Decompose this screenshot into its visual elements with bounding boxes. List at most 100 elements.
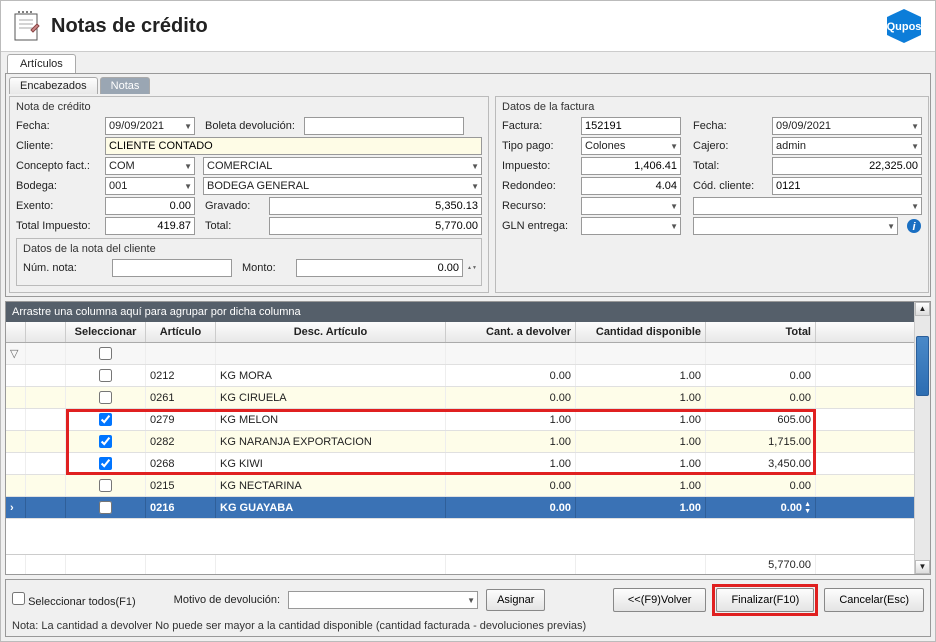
scroll-thumb[interactable] xyxy=(916,336,929,396)
volver-button[interactable]: <<(F9)Volver xyxy=(613,588,707,612)
tab-encabezados[interactable]: Encabezados xyxy=(9,77,98,94)
bodega-desc[interactable]: BODEGA GENERAL▼ xyxy=(203,177,482,195)
row-checkbox[interactable] xyxy=(99,435,112,448)
timp-label: Total Impuesto: xyxy=(16,220,101,232)
tipopago-input[interactable]: Colones▼ xyxy=(581,137,681,155)
gln-input2[interactable]: ▼ xyxy=(693,217,898,235)
page-title: Notas de crédito xyxy=(51,15,208,38)
fact-total-input[interactable] xyxy=(772,157,922,175)
selall-checkbox-label[interactable]: Seleccionar todos(F1) xyxy=(12,592,136,608)
nota-credito-group: Nota de crédito Fecha: 09/09/2021▼ Bolet… xyxy=(9,96,489,293)
grid-filter-row: ▽ xyxy=(6,343,914,365)
fact-total-label: Total: xyxy=(693,160,768,172)
table-row[interactable]: 0279KG MELON1.001.00605.00 xyxy=(6,409,914,431)
imp-input[interactable] xyxy=(581,157,681,175)
cliente-label: Cliente: xyxy=(16,140,101,152)
row-checkbox[interactable] xyxy=(99,369,112,382)
row-checkbox[interactable] xyxy=(99,391,112,404)
col-desc[interactable]: Desc. Artículo xyxy=(216,322,446,342)
asignar-button[interactable]: Asignar xyxy=(486,589,545,611)
grid-body: 0212KG MORA0.001.000.000261KG CIRUELA0.0… xyxy=(6,365,914,554)
factura-group: Datos de la factura Factura: Fecha: 09/0… xyxy=(495,96,929,293)
grid-groupbar[interactable]: Arrastre una columna aquí para agrupar p… xyxy=(6,302,914,322)
grid: Arrastre una columna aquí para agrupar p… xyxy=(5,301,931,575)
col-cant[interactable]: Cant. a devolver xyxy=(446,322,576,342)
cancelar-button[interactable]: Cancelar(Esc) xyxy=(824,588,924,612)
filter-icon[interactable]: ▽ xyxy=(6,343,26,364)
grid-sum-total: 5,770.00 xyxy=(706,555,816,574)
vertical-scrollbar[interactable]: ▲ ▼ xyxy=(914,302,930,574)
cod-input[interactable] xyxy=(772,177,922,195)
scroll-down-icon[interactable]: ▼ xyxy=(915,560,930,574)
exento-input[interactable] xyxy=(105,197,195,215)
numnota-label: Núm. nota: xyxy=(23,262,108,274)
row-checkbox[interactable] xyxy=(99,457,112,470)
total-label: Total: xyxy=(205,220,265,232)
table-row[interactable]: ›0216KG GUAYABA0.001.000.00 ▲▼ xyxy=(6,497,914,519)
numnota-input[interactable] xyxy=(112,259,232,277)
concepto-desc[interactable]: COMERCIAL▼ xyxy=(203,157,482,175)
monto-input[interactable] xyxy=(296,259,463,277)
tipopago-label: Tipo pago: xyxy=(502,140,577,152)
bodega-code[interactable]: 001▼ xyxy=(105,177,195,195)
filter-sel-checkbox[interactable] xyxy=(99,347,112,360)
fact-fecha-label: Fecha: xyxy=(693,120,768,132)
table-row[interactable]: 0215KG NECTARINA0.001.000.00 xyxy=(6,475,914,497)
col-articulo[interactable]: Artículo xyxy=(146,322,216,342)
finalizar-button[interactable]: Finalizar(F10) xyxy=(716,588,814,612)
footer-bar: Seleccionar todos(F1) Motivo de devoluci… xyxy=(5,579,931,637)
table-row[interactable]: 0212KG MORA0.001.000.00 xyxy=(6,365,914,387)
gravado-label: Gravado: xyxy=(205,200,265,212)
qupos-logo: Qupos xyxy=(883,7,925,45)
total-input[interactable] xyxy=(269,217,482,235)
tab-notas[interactable]: Notas xyxy=(100,77,151,94)
row-checkbox[interactable] xyxy=(99,501,112,514)
timp-input[interactable] xyxy=(105,217,195,235)
factura-input[interactable] xyxy=(581,117,681,135)
main-tabs: Artículos xyxy=(1,52,935,73)
col-disp[interactable]: Cantidad disponible xyxy=(576,322,706,342)
red-input[interactable] xyxy=(581,177,681,195)
chevron-down-icon: ▼ xyxy=(184,122,192,131)
monto-label: Monto: xyxy=(242,262,292,274)
cliente-input[interactable] xyxy=(105,137,482,155)
col-total[interactable]: Total xyxy=(706,322,816,342)
imp-label: Impuesto: xyxy=(502,160,577,172)
table-row[interactable]: 0261KG CIRUELA0.001.000.00 xyxy=(6,387,914,409)
boleta-label: Boleta devolución: xyxy=(205,120,300,132)
rec-input2[interactable]: ▼ xyxy=(693,197,922,215)
motivo-combo[interactable]: ▼ xyxy=(288,591,478,609)
red-label: Redondeo: xyxy=(502,180,577,192)
tab-articulos[interactable]: Artículos xyxy=(7,54,76,73)
col-seleccionar[interactable]: Seleccionar xyxy=(66,322,146,342)
nota-cliente-legend: Datos de la nota del cliente xyxy=(23,243,475,255)
scroll-up-icon[interactable]: ▲ xyxy=(915,302,930,316)
spin-icon[interactable]: ▲▼ xyxy=(467,266,475,271)
factura-legend: Datos de la factura xyxy=(502,101,922,113)
row-checkbox[interactable] xyxy=(99,479,112,492)
grid-footer: 5,770.00 xyxy=(6,554,914,574)
svg-text:Qupos: Qupos xyxy=(887,21,922,33)
cod-label: Cód. cliente: xyxy=(693,180,768,192)
cajero-input[interactable]: admin▼ xyxy=(772,137,922,155)
row-checkbox[interactable] xyxy=(99,413,112,426)
fecha-label: Fecha: xyxy=(16,120,101,132)
window-header: Notas de crédito Qupos xyxy=(1,1,935,52)
nota-legend: Nota de crédito xyxy=(16,101,482,113)
info-icon[interactable]: i xyxy=(906,218,922,234)
notepad-icon xyxy=(11,10,43,42)
gln-input[interactable]: ▼ xyxy=(581,217,681,235)
table-row[interactable]: 0282KG NARANJA EXPORTACION1.001.001,715.… xyxy=(6,431,914,453)
concepto-code[interactable]: COM▼ xyxy=(105,157,195,175)
fact-fecha-input[interactable]: 09/09/2021▼ xyxy=(772,117,922,135)
concepto-label: Concepto fact.: xyxy=(16,160,101,172)
motivo-label: Motivo de devolución: xyxy=(174,594,280,606)
rec-label: Recurso: xyxy=(502,200,577,212)
selall-checkbox[interactable] xyxy=(12,592,25,605)
table-row[interactable]: 0268KG KIWI1.001.003,450.00 xyxy=(6,453,914,475)
gravado-input[interactable] xyxy=(269,197,482,215)
rec-input[interactable]: ▼ xyxy=(581,197,681,215)
fecha-input[interactable]: 09/09/2021▼ xyxy=(105,117,195,135)
boleta-input[interactable] xyxy=(304,117,464,135)
nota-cliente-group: Datos de la nota del cliente Núm. nota: … xyxy=(16,238,482,286)
